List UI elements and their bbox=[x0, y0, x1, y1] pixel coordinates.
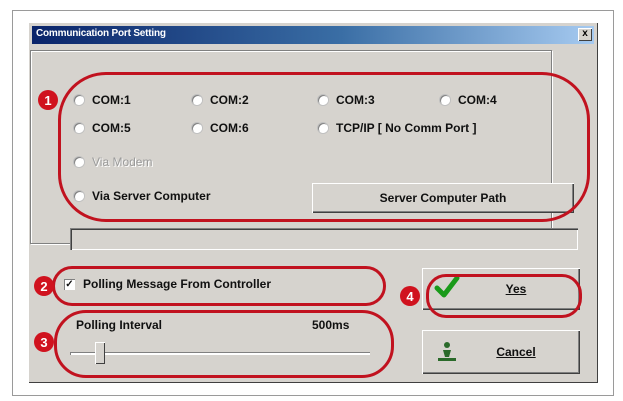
annotation-badge-3: 3 bbox=[34, 332, 54, 352]
title-bar: Communication Port Setting x bbox=[32, 26, 594, 44]
annotation-badge-2: 2 bbox=[34, 276, 54, 296]
server-path-field[interactable] bbox=[70, 228, 578, 250]
cancel-label: Cancel bbox=[496, 345, 536, 359]
annotation-ring-2 bbox=[52, 266, 386, 306]
window-title: Communication Port Setting bbox=[36, 28, 166, 39]
annotation-ring-3 bbox=[54, 310, 394, 378]
close-button[interactable]: x bbox=[578, 28, 592, 41]
cancel-button[interactable]: Cancel bbox=[422, 330, 580, 374]
annotation-badge-4: 4 bbox=[400, 286, 420, 306]
close-icon: x bbox=[582, 28, 588, 39]
annotation-badge-1: 1 bbox=[38, 90, 58, 110]
annotation-ring-4 bbox=[426, 274, 582, 318]
annotation-ring-1 bbox=[58, 72, 590, 222]
cancel-figure-icon bbox=[436, 340, 460, 367]
